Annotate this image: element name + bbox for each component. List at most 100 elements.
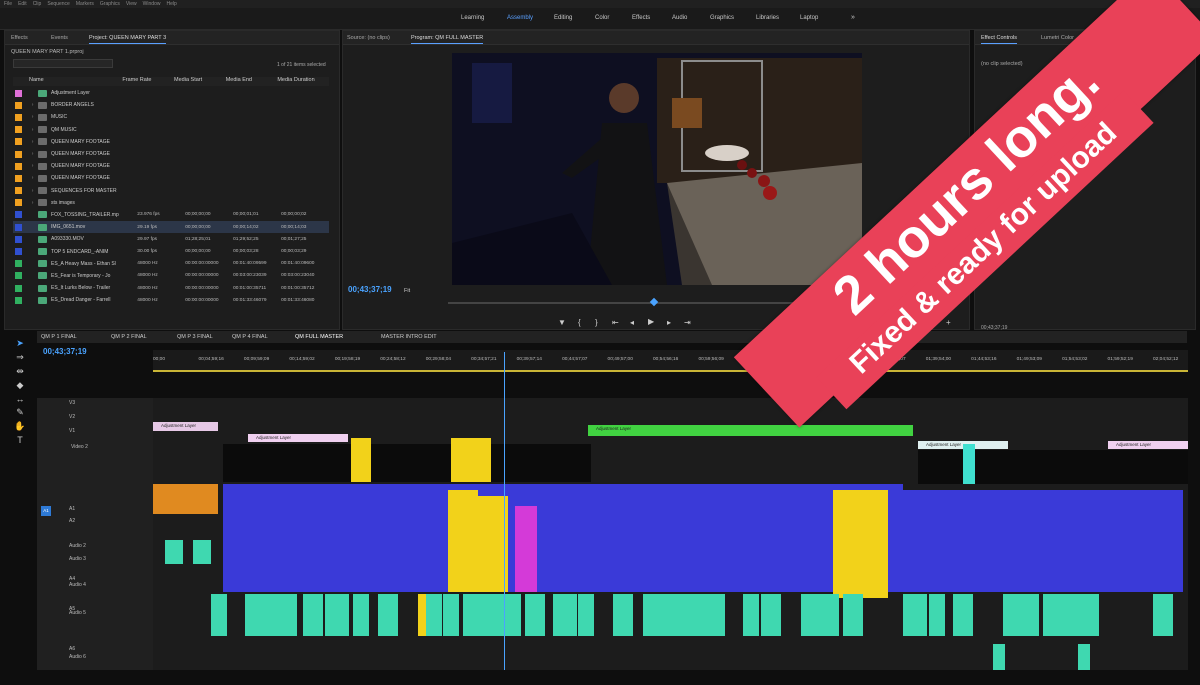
label-color-swatch[interactable] [15, 223, 22, 231]
selection-tool-icon[interactable]: ➤ [10, 338, 30, 349]
label-color-swatch[interactable] [15, 211, 22, 219]
project-item-row[interactable]: › QUEEN MARY FOOTAGE [13, 148, 329, 160]
music-clip[interactable] [743, 594, 759, 636]
sequence-tab[interactable]: QM P 4 FINAL [232, 334, 268, 340]
label-color-swatch[interactable] [15, 113, 22, 121]
music-clip[interactable] [553, 594, 577, 636]
music-clip[interactable] [303, 594, 323, 636]
source-patch-a1[interactable]: A1 [41, 506, 51, 516]
audio-track-label[interactable]: Audio 5 [69, 610, 86, 616]
video-clip[interactable] [371, 444, 451, 482]
sequence-tab[interactable]: QM P 1 FINAL [41, 334, 77, 340]
video-clip[interactable] [351, 438, 371, 482]
project-item-row[interactable]: TOP 5 ENDCARD_-ANIM 30.00 fps 00;00;00;00 0… [13, 245, 329, 257]
slip-tool-icon[interactable]: ↔ [10, 394, 30, 404]
menu-help[interactable]: Help [166, 1, 176, 7]
program-timecode[interactable]: 00;43;37;19 [348, 285, 392, 294]
sequence-tab[interactable]: QM FULL MASTER [295, 334, 343, 340]
label-color-swatch[interactable] [15, 126, 22, 134]
tab-events[interactable]: Events [51, 35, 68, 41]
music-clip[interactable] [463, 594, 483, 636]
pen-tool-icon[interactable]: ✎ [10, 407, 30, 418]
audio-track-label[interactable]: A1 [69, 506, 75, 512]
project-search-input[interactable] [13, 59, 113, 68]
audio-track-label[interactable]: Audio 4 [69, 582, 86, 588]
music-clip[interactable] [801, 594, 825, 636]
play-icon[interactable]: ▶ [648, 317, 654, 326]
audio-clip[interactable] [833, 490, 888, 598]
menu-window[interactable]: Window [143, 1, 161, 7]
col-media-end[interactable]: Media End [226, 77, 278, 86]
menu-view[interactable]: View [126, 1, 137, 7]
workspace-tab-laptop[interactable]: Laptop [800, 15, 818, 21]
sequence-tab[interactable]: MASTER INTRO EDIT [381, 334, 437, 340]
audio-track-label[interactable]: Audio 3 [69, 556, 86, 562]
video-clip[interactable] [451, 438, 491, 482]
audio-track-label[interactable]: Audio 2 [69, 543, 86, 549]
music-clip[interactable] [378, 594, 398, 636]
label-color-swatch[interactable] [15, 272, 22, 280]
music-clip[interactable] [1043, 594, 1063, 636]
project-item-row[interactable]: ES_It Lurks Below - Trailer 48000 Hz 00:00… [13, 282, 329, 294]
zoom-fit-dropdown[interactable]: Fit [404, 288, 410, 294]
video-track-label[interactable]: V1 [69, 428, 75, 434]
workspace-tab-audio[interactable]: Audio [672, 15, 687, 21]
go-to-out-icon[interactable]: ⇥ [684, 318, 691, 327]
mark-in-icon[interactable]: { [578, 318, 581, 327]
tab-effects[interactable]: Effects [11, 35, 28, 41]
workspace-tab-graphics[interactable]: Graphics [710, 15, 734, 21]
video-clip[interactable] [223, 444, 353, 482]
col-media-start[interactable]: Media Start [174, 77, 226, 86]
tab-source-monitor[interactable]: Source: (no clips) [347, 35, 390, 41]
music-clip[interactable] [701, 594, 725, 636]
mark-out-icon[interactable]: } [595, 318, 598, 327]
label-color-swatch[interactable] [15, 101, 22, 109]
music-clip[interactable] [211, 594, 227, 636]
project-item-row[interactable]: › sts images [13, 197, 329, 209]
project-item-row[interactable]: ES_Dread Danger - Farrell 48000 Hz 00:00:0… [13, 294, 329, 306]
label-color-swatch[interactable] [15, 235, 22, 243]
workspace-tab-editing[interactable]: Editing [554, 15, 572, 21]
ripple-edit-tool-icon[interactable]: ⇹ [10, 366, 30, 377]
project-item-row[interactable]: FOX_TOSSING_TRAILER.mp 23.976 fps 00;00;00… [13, 209, 329, 221]
music-clip[interactable] [993, 644, 1005, 670]
timeline-ruler[interactable]: 00;00 00;04;59;16 00;09;59;09 00;14;59;02 00… [153, 350, 1188, 372]
sequence-tab[interactable]: QM P 3 FINAL [177, 334, 213, 340]
music-clip[interactable] [1153, 594, 1173, 636]
sequence-tab[interactable]: QM P 2 FINAL [111, 334, 147, 340]
audio-clip[interactable] [515, 506, 537, 592]
marker-icon[interactable]: ▼ [558, 318, 566, 327]
video-track-label[interactable]: V3 [69, 400, 75, 406]
track-select-tool-icon[interactable]: ⇒ [10, 352, 30, 363]
project-item-row[interactable]: › MUSIC [13, 111, 329, 123]
type-tool-icon[interactable]: T [10, 435, 30, 445]
workspace-tab-color[interactable]: Color [595, 15, 609, 21]
label-color-swatch[interactable] [15, 89, 22, 97]
timeline-playhead[interactable] [504, 352, 505, 670]
music-clip[interactable] [681, 594, 701, 636]
music-clip[interactable] [1083, 594, 1099, 636]
project-item-row[interactable]: › QUEEN MARY FOOTAGE [13, 136, 329, 148]
label-color-swatch[interactable] [15, 248, 22, 256]
tab-lumetri-color[interactable]: Lumetri Color [1041, 35, 1074, 41]
project-item-row[interactable]: › SEQUENCES FOR MASTER [13, 185, 329, 197]
music-clip[interactable] [578, 594, 594, 636]
tab-effect-controls[interactable]: Effect Controls [981, 35, 1017, 44]
expand-arrow-icon[interactable]: › [32, 188, 39, 194]
go-to-in-icon[interactable]: ⇤ [612, 318, 619, 327]
project-item-row[interactable]: A093330.MOV 29.97 fps 01;28;25;01 01;29;52;… [13, 233, 329, 245]
music-clip[interactable] [505, 594, 521, 636]
menu-edit[interactable]: Edit [18, 1, 27, 7]
label-color-swatch[interactable] [15, 187, 22, 195]
music-clip[interactable] [929, 594, 945, 636]
menu-sequence[interactable]: Sequence [47, 1, 70, 7]
music-clip[interactable] [761, 594, 781, 636]
project-item-row[interactable]: › QUEEN MARY FOOTAGE [13, 172, 329, 184]
project-item-row[interactable]: IMG_0651.mov 29.19 fps 00;00;00;00 00;00;14… [13, 221, 329, 234]
add-button-icon[interactable]: + [946, 318, 951, 327]
label-color-swatch[interactable] [15, 174, 22, 182]
video-track-label[interactable]: Video 2 [71, 444, 88, 450]
adjustment-layer-clip[interactable]: Adjustment Layer [1108, 441, 1188, 449]
music-clip[interactable] [953, 594, 973, 636]
menu-file[interactable]: File [4, 1, 12, 7]
